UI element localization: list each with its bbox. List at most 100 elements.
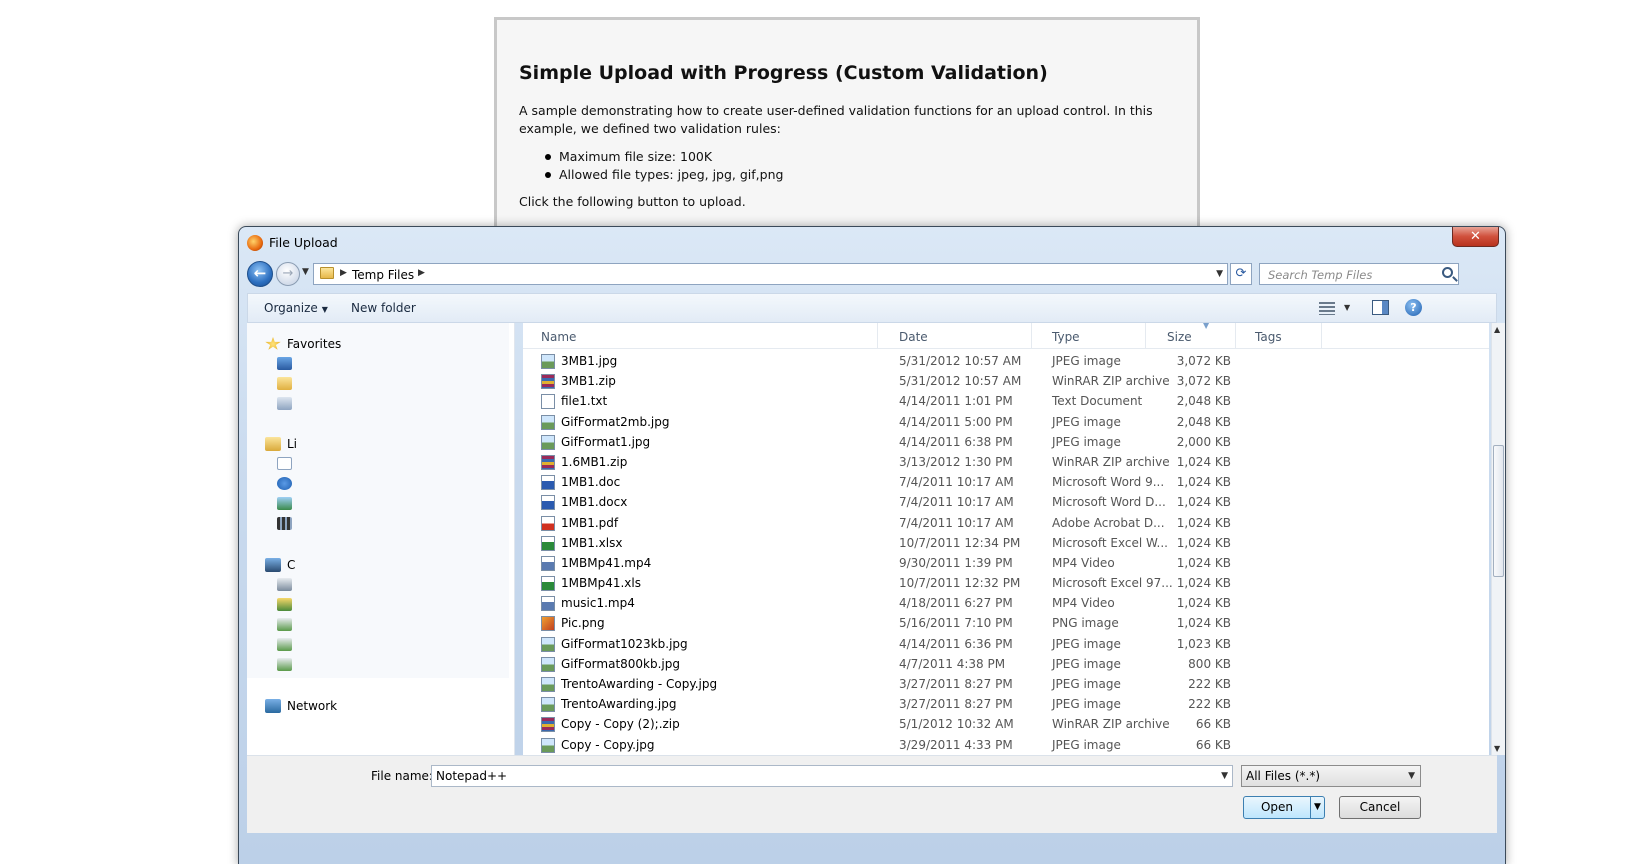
file-row[interactable]: GifFormat1023kb.jpg 4/14/2011 6:36 PM JPEG… [523,634,1489,654]
refresh-button[interactable]: ⟳ [1230,263,1252,285]
image-file-icon [541,354,555,369]
file-row[interactable]: 3MB1.zip 5/31/2012 10:57 AM WinRAR ZIP arc… [523,371,1489,391]
file-type: Microsoft Word D... [1052,495,1166,510]
drive-icon[interactable] [277,598,292,611]
file-size: 1,024 KB [1176,555,1231,570]
address-folder-crumb[interactable]: Temp Files [352,268,414,282]
vertical-scrollbar[interactable]: ▲ ▼ [1491,323,1505,755]
nav-network[interactable]: Network [265,697,337,715]
word-file-icon [541,475,555,491]
column-size[interactable]: Size [1167,330,1192,348]
column-divider[interactable] [1235,323,1236,349]
file-date: 5/1/2012 10:32 AM [899,717,1014,732]
preview-pane-icon[interactable] [1372,300,1389,315]
cancel-button[interactable]: Cancel [1339,796,1421,819]
close-button[interactable]: ✕ [1452,227,1499,247]
file-row[interactable]: 1MBMp41.mp4 9/30/2011 1:39 PM MP4 Video 1,0… [523,553,1489,573]
file-row[interactable]: TrentoAwarding.jpg 3/27/2011 8:27 PM JPEG … [523,694,1489,714]
column-date[interactable]: Date [899,330,928,348]
column-divider[interactable] [1031,323,1032,349]
nav-favorites[interactable]: Favorites [265,335,341,353]
file-date: 3/13/2012 1:30 PM [899,454,1013,469]
file-row[interactable]: Pic.png 5/16/2011 7:10 PM PNG image 1,024 K… [523,613,1489,633]
recent-pages-dropdown[interactable]: ▼ [302,267,309,277]
video-file-icon [541,596,555,612]
file-type: MP4 Video [1052,596,1115,611]
nav-libraries[interactable]: Li [265,435,297,453]
column-divider[interactable] [877,323,878,349]
file-name: TrentoAwarding.jpg [561,697,677,712]
file-row[interactable]: 1MB1.pdf 7/4/2011 10:17 AM Adobe Acrobat D… [523,513,1489,533]
drive-icon[interactable] [277,578,292,591]
file-row[interactable]: Copy - Copy.jpg 3/29/2011 4:33 PM JPEG ima… [523,735,1489,755]
file-row[interactable]: GifFormat1.jpg 4/14/2011 6:38 PM JPEG imag… [523,432,1489,452]
network-icon [265,699,281,713]
chevron-down-icon[interactable]: ▼ [1344,303,1350,312]
column-divider[interactable] [1145,323,1146,349]
file-list: Name Date Type Size ▼ Tags 3MB1.jpg 5/31/… [523,323,1489,755]
file-row[interactable]: 1MB1.docx 7/4/2011 10:17 AM Microsoft Word… [523,492,1489,512]
chevron-right-icon[interactable]: ▶ [418,268,425,278]
column-divider[interactable] [1321,323,1322,349]
file-row[interactable]: TrentoAwarding - Copy.jpg 3/27/2011 8:27 … [523,674,1489,694]
downloads-icon[interactable] [277,377,292,390]
file-size: 1,024 KB [1176,535,1231,550]
help-icon[interactable]: ? [1405,299,1422,316]
file-date: 3/27/2011 8:27 PM [899,697,1013,712]
file-name-input[interactable]: Notepad++ ▼ [431,765,1233,787]
column-tags[interactable]: Tags [1255,330,1282,348]
file-name: 1MB1.doc [561,475,621,490]
search-input[interactable]: Search Temp Files [1259,263,1459,285]
desktop-icon[interactable] [277,357,292,370]
videos-icon[interactable] [277,517,292,530]
file-type: WinRAR ZIP archive [1052,454,1170,469]
file-row[interactable]: 3MB1.jpg 5/31/2012 10:57 AM JPEG image 3,07… [523,351,1489,371]
file-date: 4/14/2011 6:38 PM [899,434,1013,449]
nav-computer[interactable]: C [265,556,295,574]
file-row[interactable]: Copy - Copy (2);.zip 5/1/2012 10:32 AM Win… [523,714,1489,734]
scroll-down-icon[interactable]: ▼ [1494,744,1500,753]
file-row[interactable]: GifFormat2mb.jpg 4/14/2011 5:00 PM JPEG im… [523,412,1489,432]
column-type[interactable]: Type [1052,330,1080,348]
file-name: 1MBMp41.xls [561,576,641,591]
address-dropdown[interactable]: ▼ [1216,269,1223,279]
file-row[interactable]: 1MB1.doc 7/4/2011 10:17 AM Microsoft Word … [523,472,1489,492]
network-drive-icon[interactable] [277,638,292,651]
documents-icon[interactable] [277,457,292,470]
sort-arrow-icon: ▼ [1203,323,1210,330]
open-button[interactable]: Open ▼ [1243,796,1325,819]
network-drive-icon[interactable] [277,618,292,631]
file-size: 1,024 KB [1176,576,1231,591]
video-file-icon [541,555,555,571]
pictures-icon[interactable] [277,497,292,510]
dialog-footer: File name: Notepad++ ▼ All Files (*.*) ▼… [247,755,1497,833]
views-icon[interactable] [1319,302,1335,315]
music-icon[interactable] [277,477,292,490]
file-date: 4/14/2011 5:00 PM [899,414,1013,429]
chevron-right-icon[interactable]: ▶ [340,268,347,278]
network-drive-icon[interactable] [277,658,292,671]
forward-button[interactable]: → [276,262,300,286]
chevron-down-icon[interactable]: ▼ [1221,771,1228,781]
scrollbar-thumb[interactable] [1493,445,1504,577]
back-button[interactable]: ← [247,261,273,287]
file-row[interactable]: file1.txt 4/14/2011 1:01 PM Text Document 2… [523,391,1489,411]
file-row[interactable]: GifFormat800kb.jpg 4/7/2011 4:38 PM JPEG i… [523,654,1489,674]
file-row[interactable]: music1.mp4 4/18/2011 6:27 PM MP4 Video 1,02… [523,593,1489,613]
file-size: 3,072 KB [1176,354,1231,368]
file-row[interactable]: 1MB1.xlsx 10/7/2011 12:34 PM Microsoft Exc… [523,533,1489,553]
file-date: 9/30/2011 1:39 PM [899,555,1013,570]
recent-places-icon[interactable] [277,397,292,410]
file-row[interactable]: 1.6MB1.zip 3/13/2012 1:30 PM WinRAR ZIP ar… [523,452,1489,472]
open-split-dropdown[interactable]: ▼ [1310,797,1324,818]
new-folder-button[interactable]: New folder [351,301,416,315]
dialog-titlebar[interactable]: File Upload ✕ [239,227,1505,257]
column-name[interactable]: Name [541,330,576,348]
file-size: 1,024 KB [1176,596,1231,611]
file-type-select[interactable]: All Files (*.*) ▼ [1241,765,1421,787]
scroll-up-icon[interactable]: ▲ [1494,325,1500,334]
organize-menu[interactable]: Organize ▼ [264,301,328,315]
file-name: 1.6MB1.zip [561,454,628,469]
address-bar[interactable]: ▶ Temp Files ▶ ▼ [313,263,1228,285]
file-row[interactable]: 1MBMp41.xls 10/7/2011 12:32 PM Microsoft E… [523,573,1489,593]
